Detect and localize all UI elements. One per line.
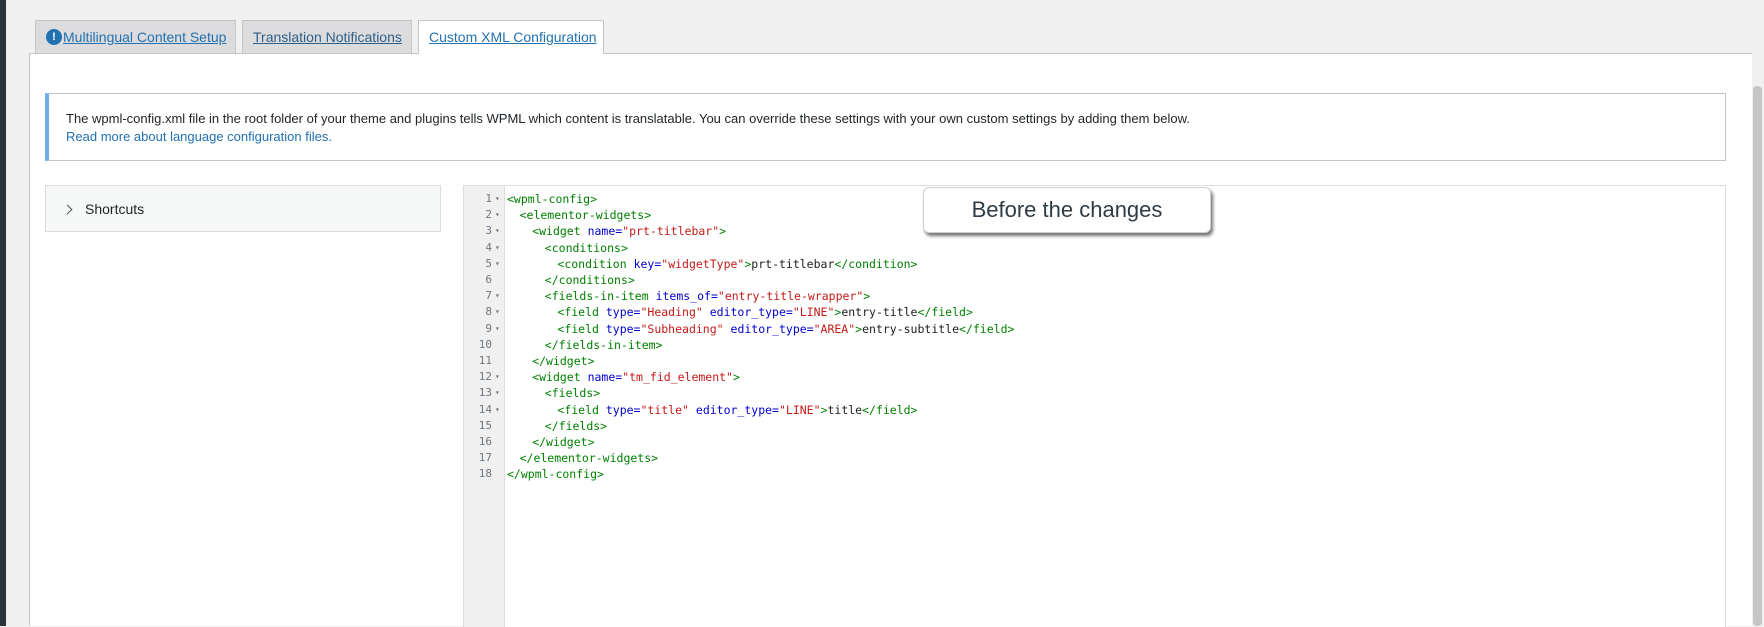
code-token: entry-subtitle xyxy=(862,321,960,336)
code-token: editor_type= xyxy=(730,321,814,336)
page-scrollbar[interactable] xyxy=(1752,0,1764,626)
code-token: </field> xyxy=(862,402,918,417)
line-number: 18 xyxy=(478,467,492,481)
code-token: "widgetType" xyxy=(661,256,745,271)
code-token: <widget xyxy=(532,224,588,239)
shortcuts-toggle[interactable]: Shortcuts xyxy=(45,185,441,232)
code-token: <conditions> xyxy=(544,240,628,255)
fold-arrow-icon[interactable]: ▾ xyxy=(495,401,500,419)
code-token: <condition xyxy=(557,256,634,271)
code-token: "LINE" xyxy=(792,305,835,320)
code-token: title xyxy=(827,402,863,417)
code-text: </wpml-config> xyxy=(507,465,604,483)
code-token: <field xyxy=(557,402,606,417)
code-token: type= xyxy=(605,402,641,417)
admin-sidebar-edge xyxy=(0,0,6,626)
code-token: entry-title xyxy=(841,305,918,320)
code-token: "Heading" xyxy=(640,305,703,320)
code-token: name= xyxy=(587,224,623,239)
code-token: </fields> xyxy=(544,418,608,433)
xml-code-editor[interactable]: 1 ▾ <wpml-config> 2 ▾ <elementor-widgets> 3 ▾ <w… xyxy=(463,185,1726,627)
code-token: editor_type= xyxy=(709,305,793,320)
code-token: "Subheading" xyxy=(640,321,724,336)
chevron-right-icon xyxy=(62,204,73,215)
code-token: <field xyxy=(557,305,606,320)
code-token: </field> xyxy=(917,305,973,320)
tab-label: Custom XML Configuration xyxy=(429,29,597,45)
scrollbar-thumb[interactable] xyxy=(1753,86,1762,626)
code-token: <widget xyxy=(532,370,588,385)
code-token: </elementor-widgets> xyxy=(519,451,659,466)
code-token: "LINE" xyxy=(778,402,821,417)
alert-icon: ! xyxy=(46,29,62,46)
fold-arrow-icon[interactable]: ▾ xyxy=(495,320,500,338)
code-token: editor_type= xyxy=(695,402,779,417)
code-token: > xyxy=(863,289,871,304)
code-token: items_of= xyxy=(655,289,718,304)
code-token: type= xyxy=(605,305,641,320)
tab-label: Multilingual Content Setup xyxy=(63,29,227,45)
code-token: <fields-in-item xyxy=(544,289,656,304)
code-token: <field xyxy=(557,321,606,336)
code-token: "entry-title-wrapper" xyxy=(717,289,864,304)
code-token: <wpml-config> xyxy=(507,192,598,206)
code-token: "title" xyxy=(640,402,689,417)
language-config-link[interactable]: Read more about language configuration f… xyxy=(66,129,332,144)
code-token: prt-titlebar xyxy=(751,256,835,271)
tab-panel: The wpml-config.xml file in the root fol… xyxy=(29,53,1759,627)
code-text: <field type="title" editor_type="LINE">t… xyxy=(557,401,917,419)
code-token: key= xyxy=(633,256,662,271)
code-token: </condition> xyxy=(834,256,918,271)
tab-translation-notifications[interactable]: Translation Notifications xyxy=(242,20,412,53)
tab-label: Translation Notifications xyxy=(253,29,402,45)
code-token: type= xyxy=(605,321,641,336)
code-token: > xyxy=(732,370,740,385)
code-token: "tm_fid_element" xyxy=(622,370,733,385)
notice-message: The wpml-config.xml file in the root fol… xyxy=(66,111,1190,126)
info-notice: The wpml-config.xml file in the root fol… xyxy=(45,93,1726,161)
shortcuts-label: Shortcuts xyxy=(85,201,145,217)
code-token: </conditions> xyxy=(544,273,635,287)
code-token: "AREA" xyxy=(813,321,856,336)
code-token: </field> xyxy=(959,321,1015,336)
code-token: </fields-in-item> xyxy=(544,337,663,352)
code-token: </widget> xyxy=(532,435,595,449)
code-token: </widget> xyxy=(532,354,595,368)
fold-arrow-icon[interactable]: ▾ xyxy=(495,255,500,273)
tab-custom-xml-configuration[interactable]: Custom XML Configuration xyxy=(418,20,604,54)
code-token: <elementor-widgets> xyxy=(519,208,652,223)
code-token: "prt-titlebar" xyxy=(622,224,720,239)
annotation-callout: Before the changes xyxy=(923,187,1211,233)
code-token: name= xyxy=(587,370,623,385)
tab-multilingual-content-setup[interactable]: ! Multilingual Content Setup xyxy=(35,20,236,53)
code-token: > xyxy=(719,224,727,239)
code-token: </wpml-config> xyxy=(507,467,604,482)
code-token: <fields> xyxy=(544,386,601,401)
